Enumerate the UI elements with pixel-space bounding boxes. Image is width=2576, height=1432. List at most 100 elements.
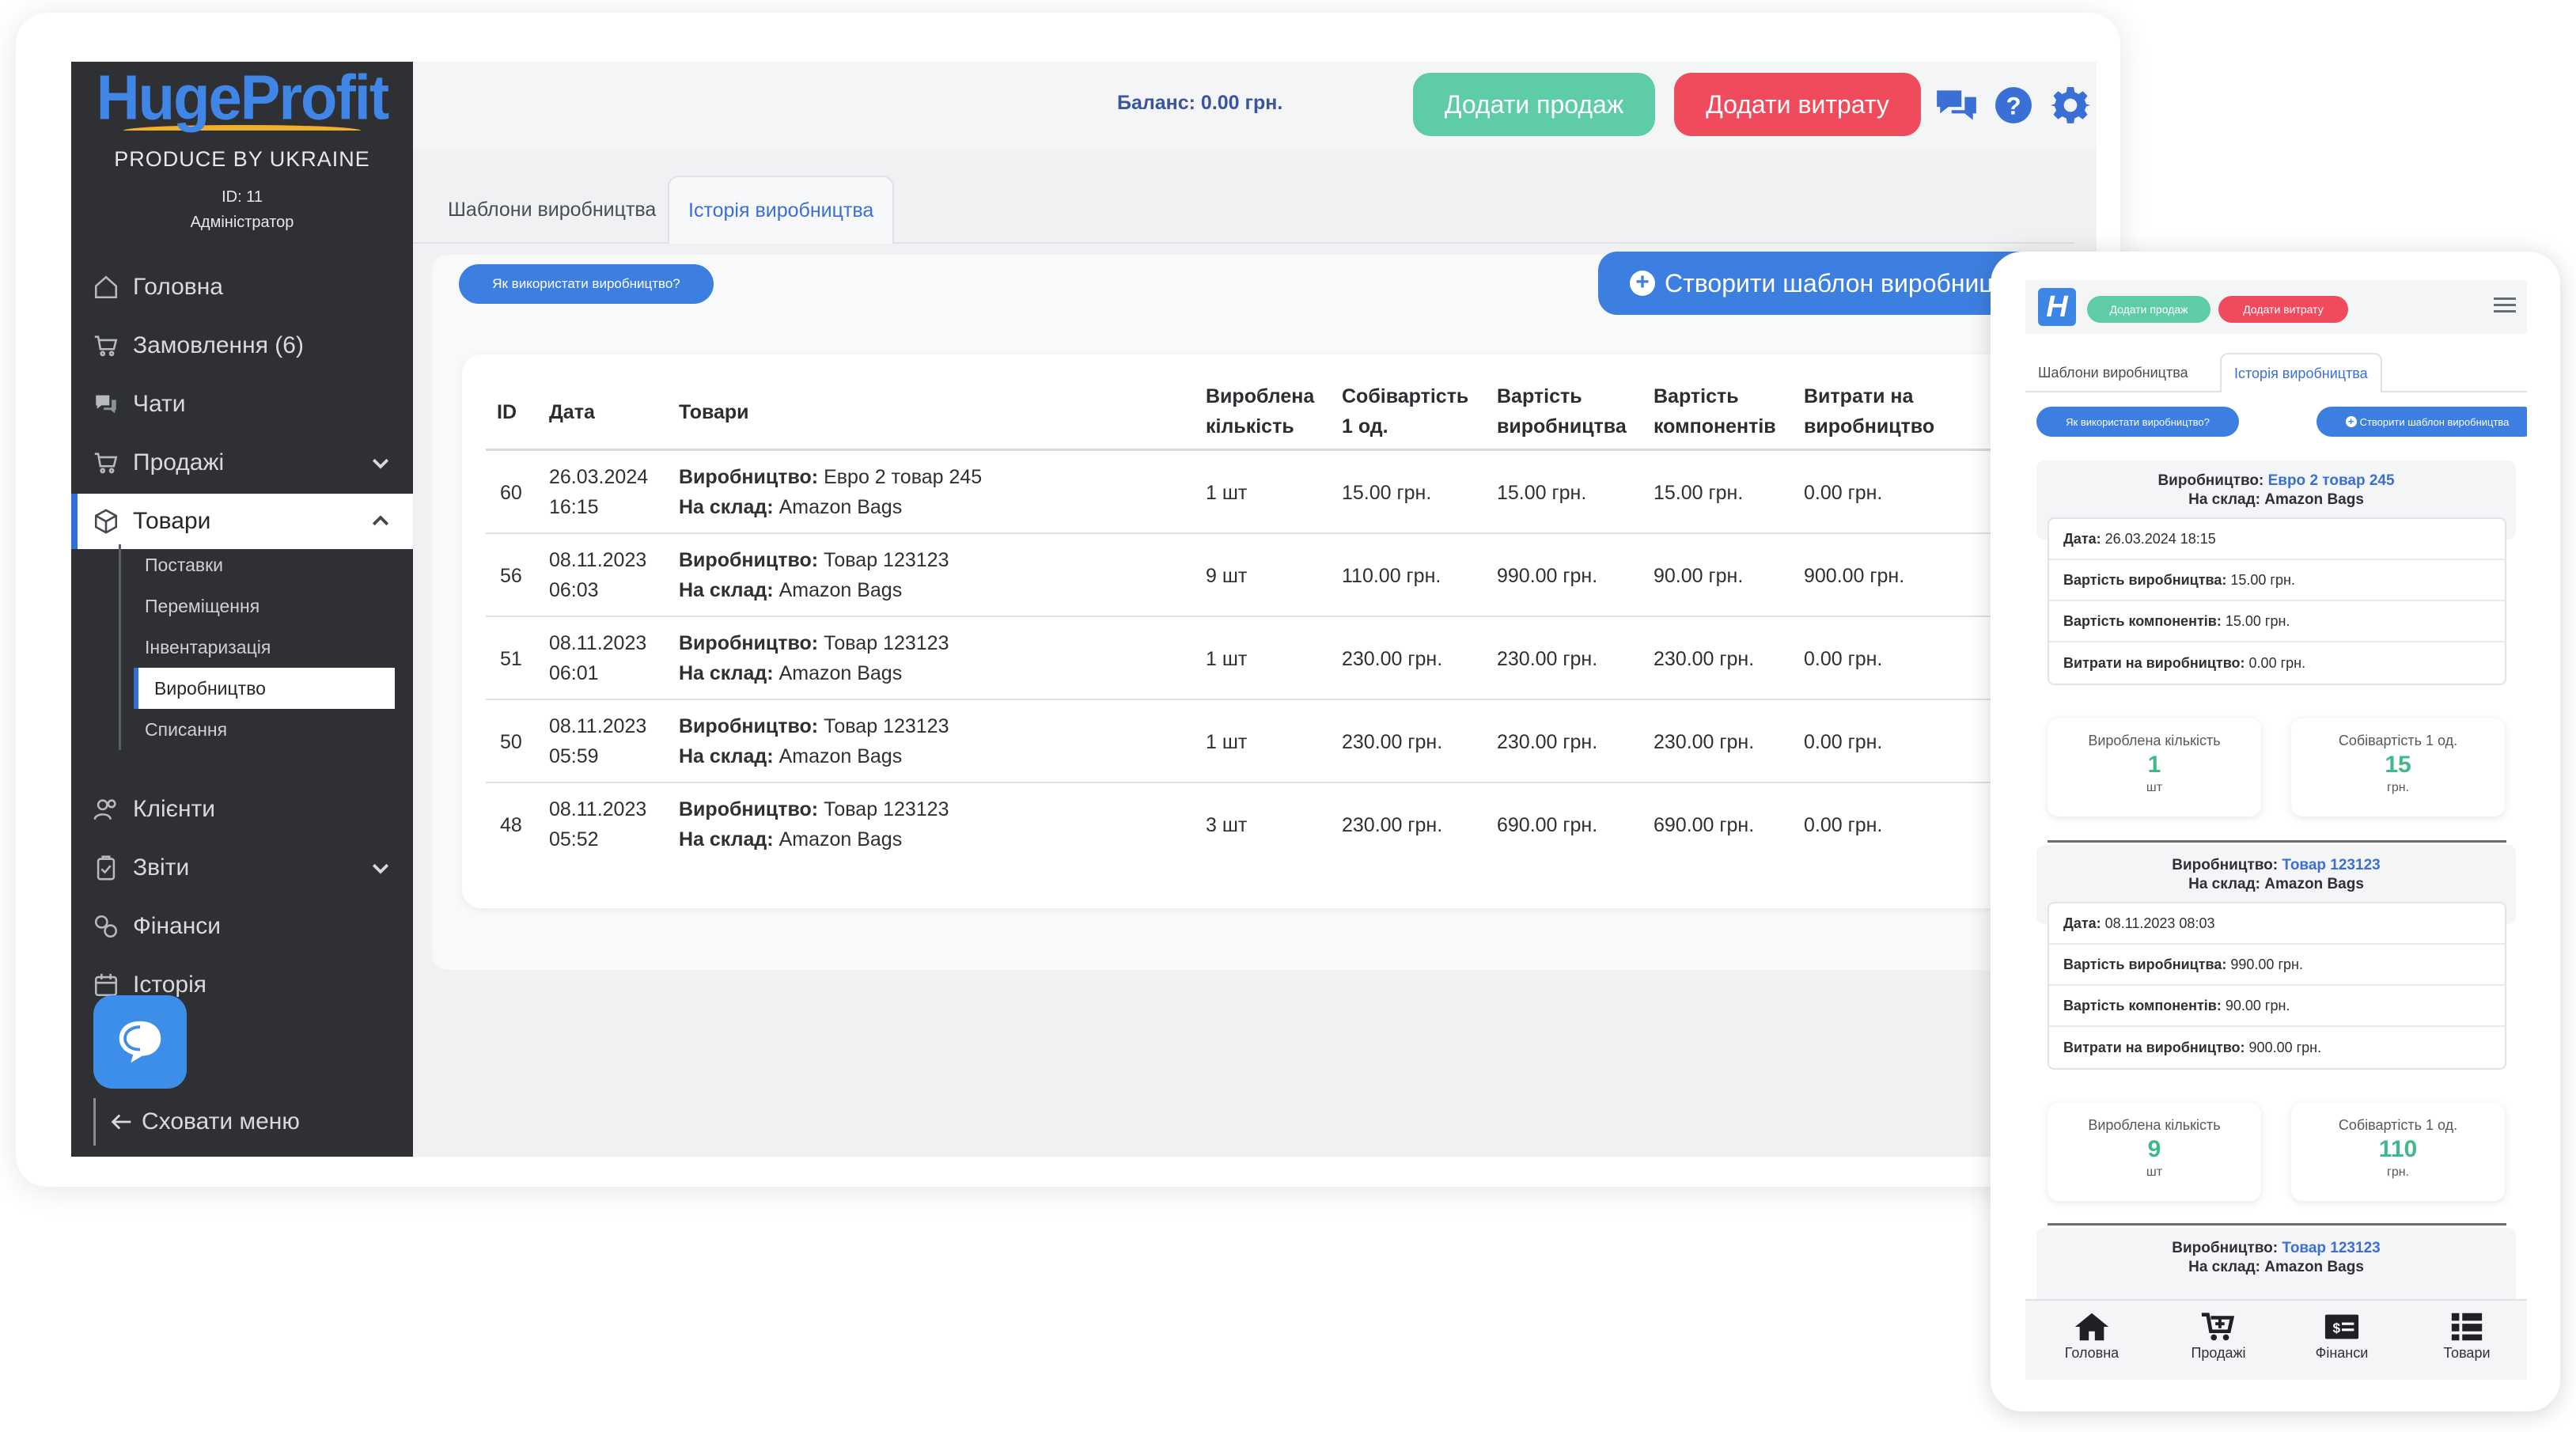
warehouse-label: На склад: bbox=[679, 828, 774, 850]
sidebar-item-sales[interactable]: Продажі bbox=[71, 435, 413, 491]
sidebar-item-home[interactable]: Головна bbox=[71, 260, 413, 315]
production-label: Виробництво: bbox=[679, 715, 819, 737]
table-row[interactable]: 50 08.11.2023 05:59 Виробництво: Товар 12… bbox=[486, 700, 2097, 783]
column-header-quantity: Вироблена кількість bbox=[1206, 381, 1314, 441]
svg-text:?: ? bbox=[2006, 92, 2021, 119]
info-label: Витрати на виробництво: bbox=[2063, 654, 2245, 671]
info-label: Вартість виробництва: bbox=[2063, 571, 2227, 588]
add-expense-button[interactable]: Додати витрату bbox=[1674, 73, 1921, 136]
mobile-tab-history[interactable]: Історія виробництва bbox=[2220, 353, 2382, 392]
cell-date: 08.11.2023 05:59 bbox=[549, 711, 646, 771]
mobile-tab-templates[interactable]: Шаблони виробництва bbox=[2025, 353, 2201, 392]
mobile-add-sale-button[interactable]: Додати продаж bbox=[2087, 296, 2210, 323]
chevron-down-icon bbox=[372, 458, 389, 469]
hamburger-menu-icon[interactable] bbox=[2494, 297, 2516, 315]
production-card[interactable]: Виробництво: Товар 123123 На склад: Amaz… bbox=[2036, 1228, 2516, 1299]
warehouse-label: На склад: bbox=[679, 745, 774, 767]
mobile-add-expense-button[interactable]: Додати витрату bbox=[2218, 296, 2348, 323]
cell-goods: Виробництво: Товар 123123 На склад: Amaz… bbox=[679, 794, 949, 854]
card-divider bbox=[2048, 1223, 2506, 1226]
bottom-nav-goods[interactable]: Товари bbox=[2411, 1309, 2522, 1362]
tab-history[interactable]: Історія виробництва bbox=[668, 176, 895, 244]
submenu-item-inventory[interactable]: Інвентаризація bbox=[121, 627, 413, 668]
cell-unit-cost: 15.00 грн. bbox=[1342, 482, 1432, 504]
header-line: виробництва bbox=[1497, 415, 1627, 438]
bottom-nav-home[interactable]: Головна bbox=[2036, 1309, 2147, 1362]
product-name: Товар 123123 bbox=[824, 549, 949, 571]
submenu-item-production[interactable]: Виробництво bbox=[134, 668, 395, 709]
submenu-item-writeoffs[interactable]: Списання bbox=[121, 709, 413, 750]
cell-quantity: 1 шт bbox=[1206, 731, 1248, 753]
submenu-item-transfers[interactable]: Переміщення bbox=[121, 585, 413, 627]
cell-production-cost: 690.00 грн. bbox=[1497, 814, 1598, 836]
bottom-nav-label: Фінанси bbox=[2315, 1345, 2369, 1361]
production-tabs: Шаблони виробництва Історія виробництва bbox=[413, 168, 2074, 244]
warehouse-name: Amazon Bags bbox=[778, 579, 903, 601]
table-row[interactable]: 56 08.11.2023 06:03 Виробництво: Товар 12… bbox=[486, 534, 2097, 617]
submenu-item-supplies[interactable]: Поставки bbox=[121, 544, 413, 585]
cell-components-cost: 690.00 грн. bbox=[1654, 814, 1755, 836]
info-label: Дата: bbox=[2063, 530, 2101, 547]
info-label: Витрати на виробництво: bbox=[2063, 1039, 2245, 1055]
cell-unit-cost: 230.00 грн. bbox=[1342, 731, 1443, 753]
time-value: 16:15 bbox=[549, 496, 599, 518]
table-row[interactable]: 60 26.03.2024 16:15 Виробництво: Евро 2 т… bbox=[486, 451, 2097, 534]
hide-menu-button[interactable]: Сховати меню bbox=[93, 1098, 300, 1146]
gear-icon[interactable] bbox=[2048, 82, 2093, 128]
app-logo[interactable]: HugeProfit PRODUCE BY UKRAINE bbox=[71, 62, 413, 172]
info-value: 0.00 грн. bbox=[2248, 654, 2306, 671]
product-link[interactable]: Товар 123123 bbox=[2282, 857, 2380, 873]
chevron-up-icon bbox=[372, 515, 389, 526]
sidebar-item-orders[interactable]: Замовлення (6) bbox=[71, 318, 413, 373]
production-label: Виробництво: bbox=[679, 549, 819, 571]
product-name: Товар 123123 bbox=[824, 715, 949, 737]
sidebar-item-reports[interactable]: Звіти bbox=[71, 840, 413, 896]
stat-unit-cost: Собівартість 1 од. 15 грн. bbox=[2291, 718, 2505, 816]
production-label: Виробництво: bbox=[679, 632, 819, 654]
header-line: Вартість bbox=[1497, 385, 1582, 407]
product-link[interactable]: Евро 2 товар 245 bbox=[2268, 472, 2395, 489]
table-row[interactable]: 48 08.11.2023 05:52 Виробництво: Товар 12… bbox=[486, 783, 2097, 866]
logo-title: HugeProfit bbox=[96, 62, 389, 134]
how-to-use-button[interactable]: Як використати виробництво? bbox=[459, 264, 714, 304]
mobile-logo[interactable]: H bbox=[2038, 288, 2076, 326]
cell-date: 08.11.2023 06:01 bbox=[549, 628, 646, 688]
cell-id: 60 bbox=[500, 482, 522, 504]
add-sale-button[interactable]: Додати продаж bbox=[1413, 73, 1655, 136]
sidebar-item-finance[interactable]: Фінанси bbox=[71, 899, 413, 954]
stat-label: Собівартість 1 од. bbox=[2338, 1117, 2458, 1133]
warehouse-label: На склад: bbox=[679, 496, 774, 518]
mobile-how-to-use-button[interactable]: Як використати виробництво? bbox=[2036, 407, 2239, 437]
sidebar-item-label: Клієнти bbox=[133, 796, 216, 822]
warehouse-label: На склад: bbox=[679, 662, 774, 684]
mobile-create-template-button[interactable]: + Створити шаблон виробництва bbox=[2317, 407, 2527, 437]
create-template-button[interactable]: + Створити шаблон виробництва bbox=[1598, 252, 2057, 315]
mobile-app: H Додати продаж Додати витрату Шаблони в… bbox=[2025, 280, 2527, 1380]
sidebar-item-chats[interactable]: Чати bbox=[71, 377, 413, 432]
sidebar-item-goods[interactable]: Товари bbox=[71, 494, 413, 549]
bottom-nav-finance[interactable]: $ Фінанси bbox=[2286, 1309, 2397, 1362]
production-card[interactable]: Виробництво: Товар 123123 На склад: Amaz… bbox=[2036, 845, 2516, 1210]
info-row-date: Дата: 08.11.2023 08:03 bbox=[2049, 904, 2505, 945]
product-link[interactable]: Товар 123123 bbox=[2282, 1240, 2380, 1256]
tab-templates[interactable]: Шаблони виробництва bbox=[429, 176, 675, 244]
stat-unit: грн. bbox=[2386, 1165, 2409, 1179]
coins-icon bbox=[90, 911, 122, 942]
balance-display: Баланс: 0.00 грн. bbox=[1117, 92, 1283, 114]
header-line: виробництво bbox=[1804, 415, 1935, 438]
card-header: Виробництво: Товар 123123 На склад: Amaz… bbox=[2036, 1228, 2516, 1299]
bottom-nav-sales[interactable]: Продажі bbox=[2163, 1309, 2274, 1362]
time-value: 06:01 bbox=[549, 662, 599, 684]
table-row[interactable]: 51 08.11.2023 06:01 Виробництво: Товар 12… bbox=[486, 617, 2097, 700]
mobile-bottom-nav: Головна Продажі $ Фінанси Товари bbox=[2025, 1299, 2527, 1380]
cell-quantity: 3 шт bbox=[1206, 814, 1248, 836]
stat-unit: шт bbox=[2146, 781, 2163, 794]
date-value: 26.03.2024 bbox=[549, 466, 649, 488]
sidebar-item-clients[interactable]: Клієнти bbox=[71, 782, 413, 837]
production-card[interactable]: Виробництво: Евро 2 товар 245 На склад: … bbox=[2036, 460, 2516, 826]
warehouse-text: На склад: Amazon Bags bbox=[2188, 491, 2364, 508]
stat-value: 9 bbox=[2147, 1136, 2161, 1162]
messages-icon[interactable] bbox=[1934, 82, 1979, 128]
support-chat-button[interactable] bbox=[93, 995, 187, 1089]
help-icon[interactable]: ? bbox=[1991, 82, 2036, 128]
